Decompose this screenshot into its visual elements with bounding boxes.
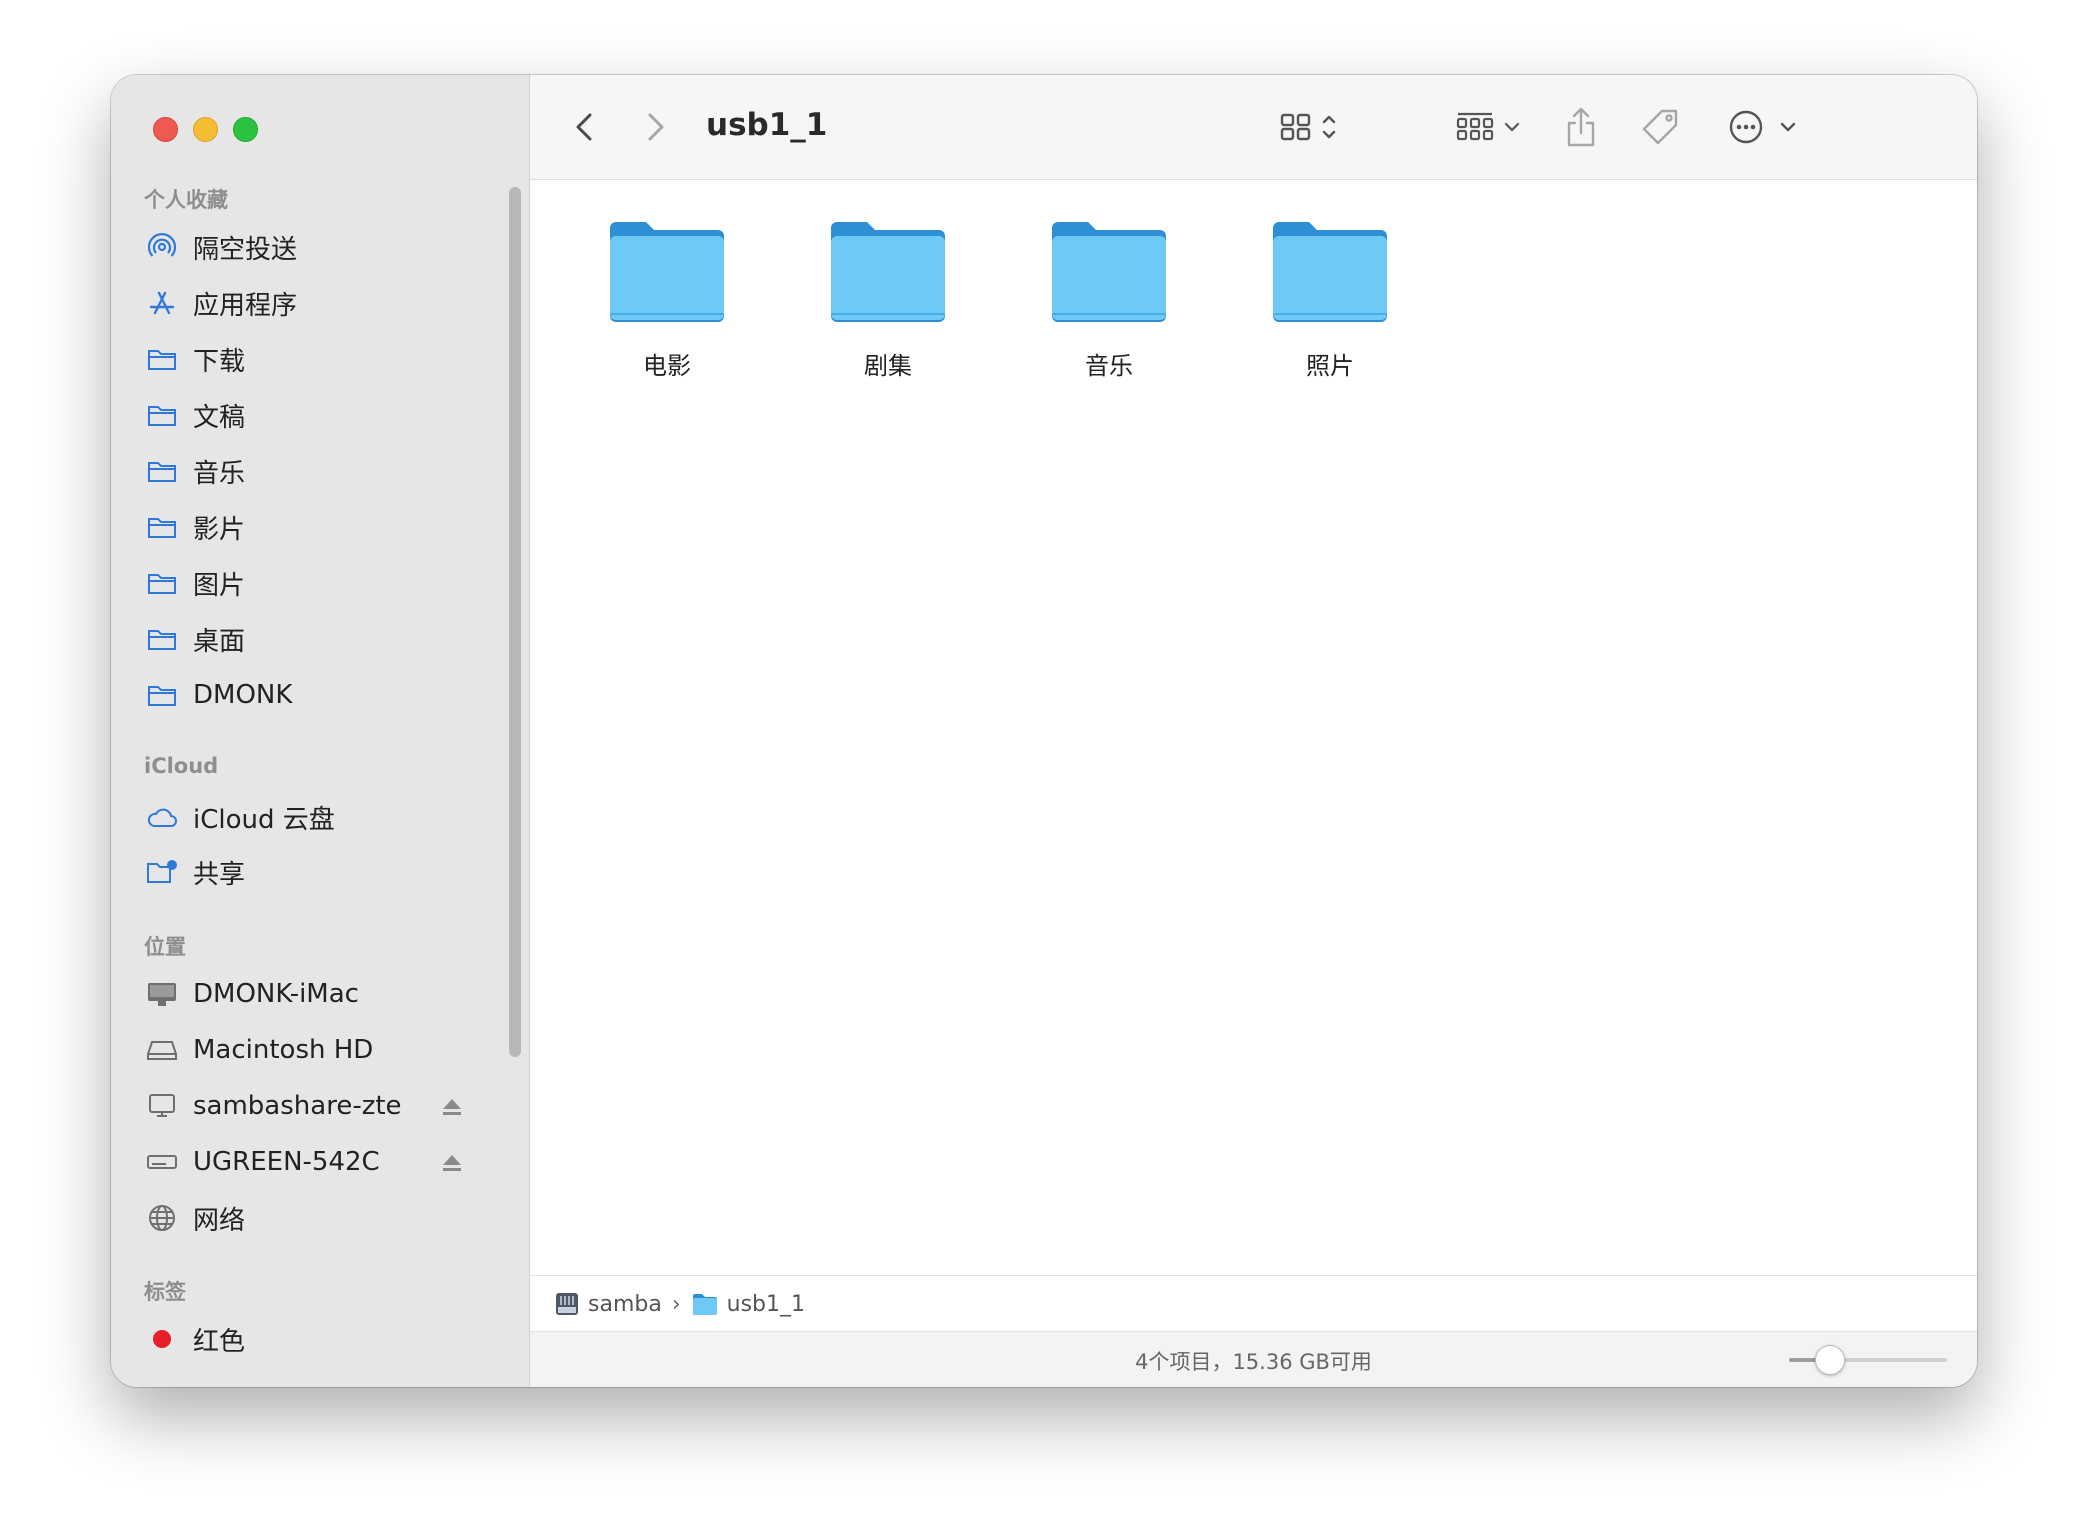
folder-icon [145,678,179,712]
path-segment-samba[interactable]: samba [554,1291,662,1317]
path-separator-icon: › [671,1291,681,1317]
sidebar-item-label: iCloud 云盘 [193,804,335,835]
sidebar-item-label: 影片 [193,514,246,545]
sidebar-item-label: DMONK-iMac [193,979,359,1009]
shared-folder-icon [145,855,179,889]
folder-icon [145,454,179,488]
sidebar-item-pictures[interactable]: 图片 [145,561,485,605]
path-segment-label: samba [588,1291,662,1317]
folder-item[interactable]: 音乐 [1029,220,1189,381]
sidebar-section-favorites: 个人收藏 [144,188,228,212]
network-globe-icon [145,1201,179,1235]
tag-color-dot [145,1322,179,1356]
sidebar-item-label: 桌面 [193,626,246,657]
harddisk-icon [145,1033,179,1067]
minimize-button[interactable] [193,117,218,142]
sidebar-item-dmonk-imac[interactable]: DMONK-iMac [145,972,485,1016]
status-text: 4个项目，15.36 GB可用 [1135,1350,1372,1374]
folder-icon [1052,222,1166,322]
sidebar-item-label: 下载 [193,346,246,377]
folder-icon [1273,222,1387,322]
file-browser-content: 电影 剧集 音乐 照片 [530,180,1977,1275]
sidebar-item-label: 隔空投送 [193,234,298,265]
slider-knob[interactable] [1815,1345,1845,1375]
folder-icon [610,222,724,322]
zoom-button[interactable] [233,117,258,142]
folder-icon [145,398,179,432]
view-mode-button[interactable] [1278,99,1348,155]
folder-label: 照片 [1306,352,1354,380]
window-controls [153,117,258,142]
folder-label: 剧集 [864,352,912,380]
folder-item[interactable]: 电影 [587,220,747,381]
imac-icon [145,977,179,1011]
sidebar-item-applications[interactable]: 应用程序 [145,281,485,325]
close-button[interactable] [153,117,178,142]
sidebar-item-tag-red[interactable]: 红色 [145,1317,485,1361]
sidebar-item-sambashare-zte[interactable]: sambashare-zte [145,1084,485,1128]
sidebar-item-label: UGREEN-542C [193,1147,380,1177]
sidebar-item-macintosh-hd[interactable]: Macintosh HD [145,1028,485,1072]
folder-icon [145,622,179,656]
eject-icon[interactable] [441,1094,463,1124]
sidebar-item-label: 网络 [193,1205,246,1236]
share-icon[interactable] [1564,99,1598,155]
back-button[interactable] [572,99,598,155]
folder-icon [145,566,179,600]
sidebar-item-icloud-drive[interactable]: iCloud 云盘 [145,795,485,839]
icloud-icon [145,800,179,834]
sidebar-section-icloud: iCloud [144,754,219,778]
sidebar-item-downloads[interactable]: 下载 [145,337,485,381]
sidebar-item-label: DMONK [193,680,293,710]
more-actions-button[interactable] [1728,99,1798,155]
sidebar-item-label: 应用程序 [193,290,298,321]
sidebar-item-label: 音乐 [193,458,246,489]
sidebar-item-ugreen-542c[interactable]: UGREEN-542C [145,1140,485,1184]
folder-label: 电影 [643,352,691,380]
forward-button[interactable] [642,99,668,155]
path-bar: samba › usb1_1 [530,1275,1977,1332]
eject-icon[interactable] [441,1150,463,1180]
sidebar-item-music[interactable]: 音乐 [145,449,485,493]
folder-label: 音乐 [1085,352,1133,380]
path-segment-label: usb1_1 [726,1291,806,1317]
sidebar-item-label: sambashare-zte [193,1091,402,1121]
folder-icon [145,342,179,376]
group-by-button[interactable] [1454,99,1530,155]
icon-size-slider[interactable] [1789,1345,1947,1375]
sidebar-item-airdrop[interactable]: 隔空投送 [145,225,485,269]
toolbar: usb1_1 [530,75,1977,180]
folder-item[interactable]: 剧集 [808,220,968,381]
sidebar-item-desktop[interactable]: 桌面 [145,617,485,661]
sidebar: 个人收藏 隔空投送 应用程序 下载 文稿 音乐 影片 图片 桌面 DMONK i… [111,75,530,1387]
sidebar-item-label: Macintosh HD [193,1035,374,1065]
finder-window: 个人收藏 隔空投送 应用程序 下载 文稿 音乐 影片 图片 桌面 DMONK i… [111,75,1977,1387]
sidebar-section-locations: 位置 [144,935,186,959]
tag-icon[interactable] [1640,99,1680,155]
sidebar-item-label: 文稿 [193,402,246,433]
sidebar-item-shared[interactable]: 共享 [145,850,485,894]
external-drive-icon [145,1145,179,1179]
sidebar-item-network[interactable]: 网络 [145,1196,485,1240]
sidebar-item-movies[interactable]: 影片 [145,505,485,549]
window-title: usb1_1 [706,107,828,143]
folder-icon [145,510,179,544]
network-server-icon [145,1089,179,1123]
network-volume-icon [556,1293,578,1315]
sidebar-item-label: 红色 [193,1326,246,1357]
sidebar-item-dmonk[interactable]: DMONK [145,673,485,717]
folder-icon [692,1294,717,1315]
airdrop-icon [145,230,179,264]
folder-icon [831,222,945,322]
applications-icon [145,286,179,320]
status-bar: 4个项目，15.36 GB可用 [530,1331,1977,1387]
sidebar-scrollbar[interactable] [509,187,521,1057]
sidebar-section-tags: 标签 [144,1280,186,1304]
sidebar-item-label: 共享 [193,859,246,890]
sidebar-item-label: 图片 [193,570,246,601]
sidebar-item-documents[interactable]: 文稿 [145,393,485,437]
path-segment-usb1-1[interactable]: usb1_1 [691,1292,805,1317]
folder-item[interactable]: 照片 [1250,220,1410,381]
